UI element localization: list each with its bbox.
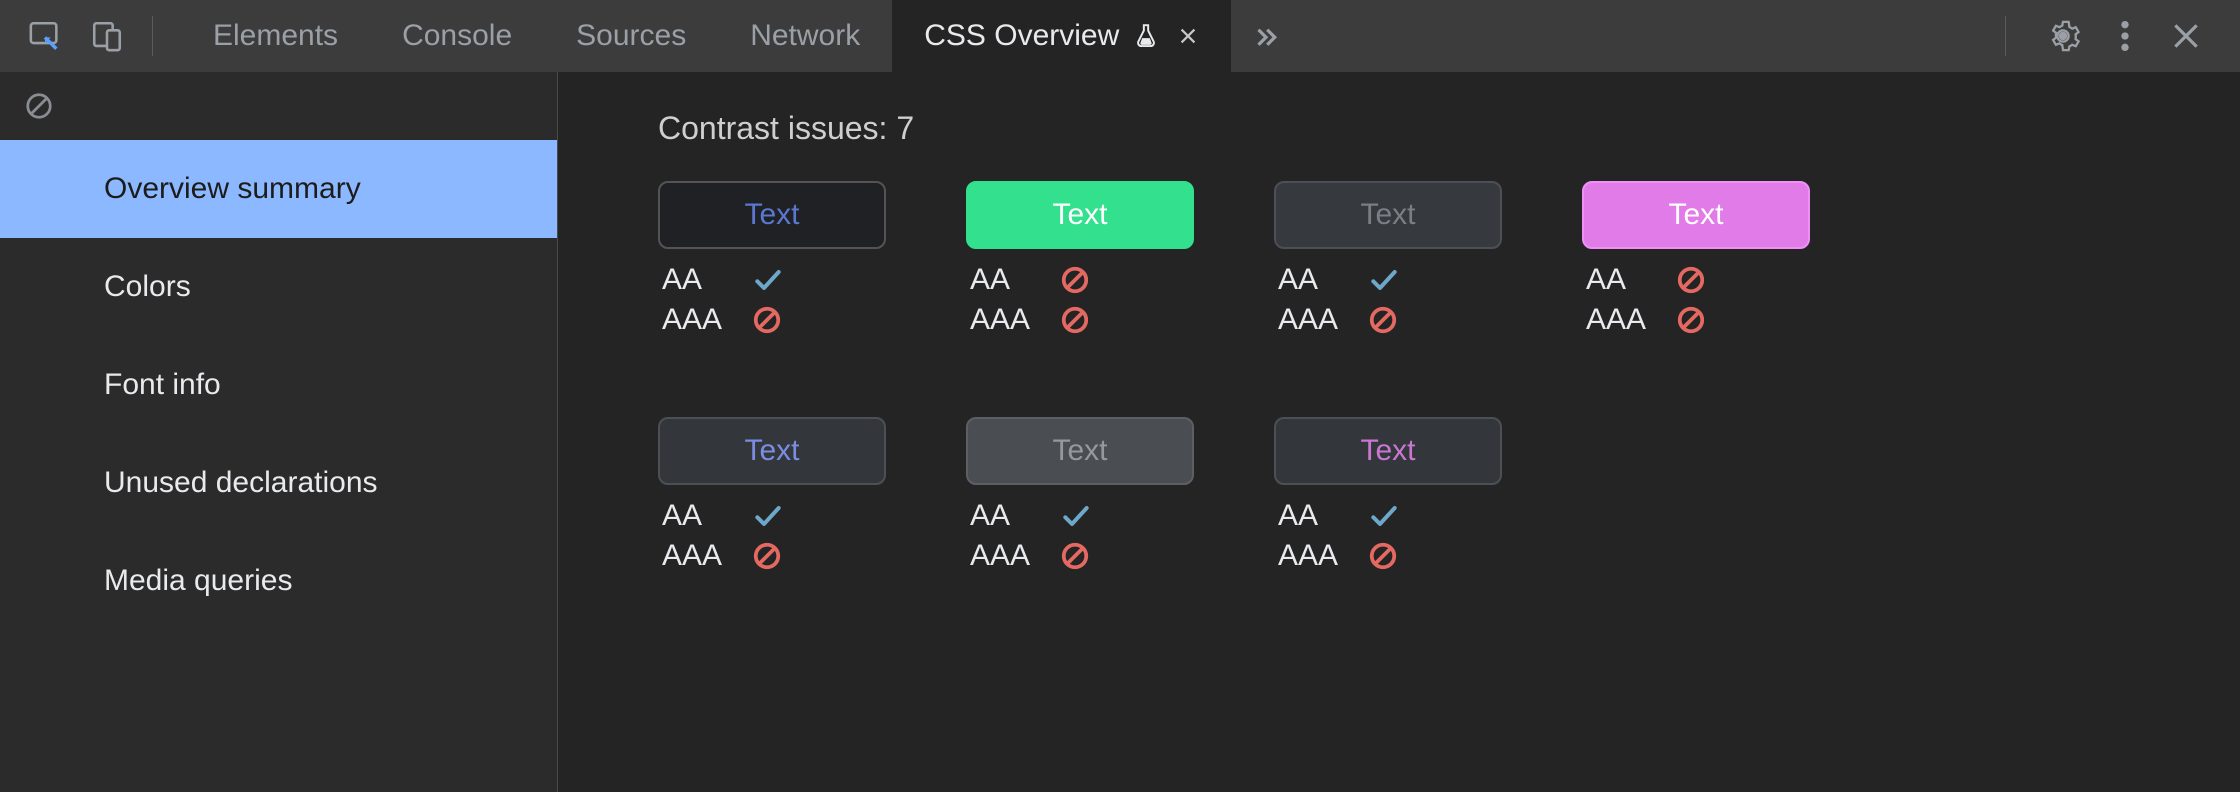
- color-swatch[interactable]: Text: [1274, 181, 1502, 249]
- color-swatch[interactable]: Text: [658, 417, 886, 485]
- rating-row-aa: AA: [1278, 263, 1502, 297]
- contrast-ratings: AAAAA: [658, 263, 886, 337]
- color-swatch[interactable]: Text: [1582, 181, 1810, 249]
- contrast-ratings: AAAAA: [1582, 263, 1810, 337]
- rating-label: AA: [970, 263, 1060, 297]
- flask-icon: [1133, 23, 1159, 49]
- color-swatch[interactable]: Text: [966, 181, 1194, 249]
- ban-icon: [752, 305, 782, 335]
- close-devtools-icon[interactable]: [2170, 20, 2202, 52]
- rating-row-aaa: AAA: [970, 303, 1194, 337]
- rating-row-aa: AA: [1278, 499, 1502, 533]
- css-overview-sidebar: Overview summaryColorsFont infoUnused de…: [0, 72, 558, 792]
- ban-icon: [1676, 305, 1706, 335]
- section-title: Contrast issues: 7: [658, 110, 2140, 147]
- devtools-tabstrip: ElementsConsoleSourcesNetwork CSS Overvi…: [0, 0, 2240, 72]
- rating-label: AA: [1586, 263, 1676, 297]
- clear-icon[interactable]: [24, 91, 54, 121]
- rating-label: AAA: [1586, 303, 1676, 337]
- ban-icon: [1060, 541, 1090, 571]
- rating-row-aa: AA: [970, 263, 1194, 297]
- contrast-swatch-grid: TextAAAAATextAAAAATextAAAAATextAAAAAText…: [658, 181, 1958, 573]
- contrast-swatch: TextAAAAA: [658, 417, 886, 573]
- close-tab-icon[interactable]: [1177, 25, 1199, 47]
- contrast-swatch: TextAAAAA: [966, 181, 1194, 337]
- contrast-ratings: AAAAA: [1274, 263, 1502, 337]
- rating-row-aa: AA: [662, 263, 886, 297]
- sidebar-item-media-queries[interactable]: Media queries: [0, 532, 557, 630]
- sidebar-nav-list: Overview summaryColorsFont infoUnused de…: [0, 140, 557, 630]
- contrast-ratings: AAAAA: [966, 263, 1194, 337]
- rating-label: AA: [1278, 263, 1368, 297]
- ban-icon: [1368, 305, 1398, 335]
- tabs-overflow-icon[interactable]: [1231, 0, 1301, 72]
- check-icon: [1060, 500, 1092, 532]
- sidebar-toolbar: [0, 72, 557, 140]
- rating-row-aa: AA: [1586, 263, 1810, 297]
- contrast-swatch: TextAAAAA: [1582, 181, 1810, 337]
- contrast-ratings: AAAAA: [966, 499, 1194, 573]
- rating-row-aaa: AAA: [970, 539, 1194, 573]
- gear-icon[interactable]: [2046, 19, 2080, 53]
- rating-label: AAA: [970, 539, 1060, 573]
- ban-icon: [1060, 305, 1090, 335]
- divider: [152, 16, 153, 56]
- device-toggle-icon[interactable]: [90, 19, 124, 53]
- sidebar-item-font-info[interactable]: Font info: [0, 336, 557, 434]
- rating-label: AA: [662, 499, 752, 533]
- color-swatch[interactable]: Text: [658, 181, 886, 249]
- rating-label: AA: [662, 263, 752, 297]
- tab-console[interactable]: Console: [370, 0, 544, 72]
- rating-label: AAA: [662, 539, 752, 573]
- tab-elements[interactable]: Elements: [181, 0, 370, 72]
- contrast-swatch: TextAAAAA: [658, 181, 886, 337]
- content-pane: Contrast issues: 7 TextAAAAATextAAAAATex…: [558, 72, 2240, 792]
- sidebar-item-unused-declarations[interactable]: Unused declarations: [0, 434, 557, 532]
- kebab-menu-icon[interactable]: [2120, 19, 2130, 53]
- divider: [2005, 16, 2006, 56]
- contrast-ratings: AAAAA: [1274, 499, 1502, 573]
- ban-icon: [1368, 541, 1398, 571]
- main-area: Overview summaryColorsFont infoUnused de…: [0, 72, 2240, 792]
- check-icon: [752, 500, 784, 532]
- check-icon: [1368, 500, 1400, 532]
- rating-label: AA: [970, 499, 1060, 533]
- contrast-swatch: TextAAAAA: [966, 417, 1194, 573]
- color-swatch[interactable]: Text: [966, 417, 1194, 485]
- rating-label: AAA: [662, 303, 752, 337]
- check-icon: [752, 264, 784, 296]
- tab-label: CSS Overview: [924, 19, 1119, 53]
- rating-row-aaa: AAA: [662, 303, 886, 337]
- tabstrip-right-tools: [1967, 0, 2240, 72]
- rating-row-aaa: AAA: [1278, 539, 1502, 573]
- color-swatch[interactable]: Text: [1274, 417, 1502, 485]
- rating-row-aaa: AAA: [1586, 303, 1810, 337]
- rating-row-aa: AA: [662, 499, 886, 533]
- rating-label: AAA: [1278, 539, 1368, 573]
- ban-icon: [752, 541, 782, 571]
- rating-label: AA: [1278, 499, 1368, 533]
- sidebar-item-colors[interactable]: Colors: [0, 238, 557, 336]
- contrast-swatch: TextAAAAA: [1274, 181, 1502, 337]
- inspect-element-icon[interactable]: [28, 19, 62, 53]
- rating-row-aaa: AAA: [662, 539, 886, 573]
- tabs-container: ElementsConsoleSourcesNetwork: [181, 0, 892, 72]
- rating-row-aa: AA: [970, 499, 1194, 533]
- tabstrip-left-tools: [0, 0, 181, 72]
- rating-label: AAA: [970, 303, 1060, 337]
- contrast-swatch: TextAAAAA: [1274, 417, 1502, 573]
- check-icon: [1368, 264, 1400, 296]
- tab-sources[interactable]: Sources: [544, 0, 718, 72]
- ban-icon: [1060, 265, 1090, 295]
- rating-row-aaa: AAA: [1278, 303, 1502, 337]
- tab-network[interactable]: Network: [718, 0, 892, 72]
- tab-css-overview[interactable]: CSS Overview: [892, 0, 1231, 72]
- sidebar-item-overview-summary[interactable]: Overview summary: [0, 140, 557, 238]
- rating-label: AAA: [1278, 303, 1368, 337]
- contrast-ratings: AAAAA: [658, 499, 886, 573]
- ban-icon: [1676, 265, 1706, 295]
